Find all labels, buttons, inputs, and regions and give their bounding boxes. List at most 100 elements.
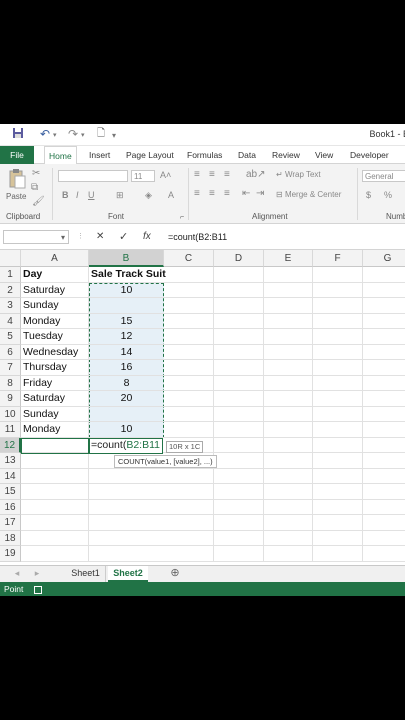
cell-f2[interactable]: [313, 282, 363, 298]
cell-g6[interactable]: [363, 345, 405, 360]
cell-d11[interactable]: [214, 422, 264, 438]
cell-f5[interactable]: [313, 329, 363, 345]
row-header-16[interactable]: 16: [0, 499, 21, 515]
tab-review[interactable]: Review: [268, 146, 304, 164]
cell-c19[interactable]: [164, 546, 214, 562]
cell-g18[interactable]: [363, 531, 405, 546]
borders-icon[interactable]: ⊞: [116, 190, 124, 201]
cell-g16[interactable]: [363, 500, 405, 515]
row-header-4[interactable]: 4: [0, 313, 21, 329]
cell-f16[interactable]: [313, 499, 363, 515]
formula-input[interactable]: =count(B2:B11: [168, 232, 227, 242]
bottom-align-icon[interactable]: ≡: [224, 169, 230, 180]
cell-g13[interactable]: [363, 453, 405, 469]
cell-a7[interactable]: Thursday: [21, 360, 89, 376]
cell-a1[interactable]: Day: [21, 267, 89, 283]
underline-icon[interactable]: U: [88, 190, 95, 200]
row-header-13[interactable]: 13: [0, 453, 21, 469]
middle-align-icon[interactable]: ≡: [209, 169, 215, 180]
cell-g14[interactable]: [363, 469, 405, 484]
row-header-6[interactable]: 6: [0, 344, 21, 360]
row-header-9[interactable]: 9: [0, 391, 21, 407]
cell-c18[interactable]: [164, 530, 214, 546]
currency-icon[interactable]: $: [366, 190, 371, 200]
column-header-d[interactable]: D: [214, 250, 264, 267]
cell-e2[interactable]: [264, 282, 313, 298]
tab-page-layout[interactable]: Page Layout: [122, 146, 178, 164]
cell-d3[interactable]: [214, 298, 264, 314]
cell-c7[interactable]: [164, 360, 214, 376]
cell-d6[interactable]: [214, 344, 264, 360]
cell-c3[interactable]: [164, 298, 214, 314]
column-header-g[interactable]: G: [363, 250, 405, 267]
sheet-tab-sheet2[interactable]: Sheet2: [108, 566, 148, 582]
cell-f7[interactable]: [313, 360, 363, 376]
cell-f18[interactable]: [313, 530, 363, 546]
column-header-f[interactable]: F: [313, 250, 363, 267]
cell-b2[interactable]: 10: [89, 283, 164, 298]
row-header-15[interactable]: 15: [0, 484, 21, 500]
cell-b10[interactable]: [89, 407, 164, 422]
row-header-3[interactable]: 3: [0, 298, 21, 314]
cell-e1[interactable]: [264, 267, 313, 283]
number-format-box[interactable]: General: [362, 170, 405, 182]
cell-b15[interactable]: [89, 484, 164, 500]
redo-dropdown-icon[interactable]: ▾: [81, 129, 85, 143]
cancel-icon[interactable]: ✕: [96, 230, 104, 244]
cell-d17[interactable]: [214, 515, 264, 531]
row-header-12[interactable]: 12: [0, 437, 21, 453]
align-right-icon[interactable]: ≡: [224, 188, 230, 199]
cell-e18[interactable]: [264, 530, 313, 546]
cell-g9[interactable]: [363, 391, 405, 407]
cell-f1[interactable]: [313, 267, 363, 283]
wrap-text-button[interactable]: ↵ Wrap Text: [276, 170, 321, 179]
cell-d18[interactable]: [214, 530, 264, 546]
row-header-5[interactable]: 5: [0, 329, 21, 345]
undo-icon[interactable]: ↶: [40, 127, 50, 141]
cell-b11[interactable]: 10: [89, 422, 164, 438]
cell-b1[interactable]: Sale Track Suit: [89, 267, 166, 283]
cell-b9[interactable]: 20: [89, 391, 164, 407]
font-name-box[interactable]: [58, 170, 128, 182]
cell-d5[interactable]: [214, 329, 264, 345]
fill-color-icon[interactable]: ◈: [145, 190, 152, 201]
cell-b8[interactable]: 8: [89, 376, 164, 391]
cell-a10[interactable]: Sunday: [21, 406, 89, 422]
percent-icon[interactable]: %: [384, 190, 392, 200]
cell-f15[interactable]: [313, 484, 363, 500]
cell-c10[interactable]: [164, 406, 214, 422]
cell-g3[interactable]: [363, 298, 405, 314]
italic-icon[interactable]: I: [76, 190, 79, 200]
cell-c16[interactable]: [164, 499, 214, 515]
row-header-2[interactable]: 2: [0, 282, 21, 298]
cell-e9[interactable]: [264, 391, 313, 407]
cell-g2[interactable]: [363, 283, 405, 298]
row-header-14[interactable]: 14: [0, 468, 21, 484]
cell-f12[interactable]: [313, 437, 363, 453]
row-header-10[interactable]: 10: [0, 406, 21, 422]
font-dialog-launcher-icon[interactable]: ⌐: [180, 214, 184, 221]
cell-e4[interactable]: [264, 313, 313, 329]
cell-f3[interactable]: [313, 298, 363, 314]
insert-function-icon[interactable]: fx: [143, 230, 151, 244]
grow-font-icon[interactable]: A˄: [160, 170, 171, 180]
cell-c15[interactable]: [164, 484, 214, 500]
row-header-19[interactable]: 19: [0, 546, 21, 562]
decrease-indent-icon[interactable]: ⇤: [242, 188, 250, 199]
cell-d16[interactable]: [214, 499, 264, 515]
font-size-box[interactable]: 11: [131, 170, 155, 182]
cell-a11[interactable]: Monday: [21, 422, 89, 438]
tab-formulas[interactable]: Formulas: [183, 146, 226, 164]
cell-c6[interactable]: [164, 344, 214, 360]
cell-a13[interactable]: [21, 453, 89, 469]
cell-f19[interactable]: [313, 546, 363, 562]
sheet-tab-sheet1[interactable]: Sheet1: [66, 566, 106, 582]
cell-g11[interactable]: [363, 422, 405, 438]
cell-d8[interactable]: [214, 375, 264, 391]
format-painter-icon[interactable]: 🖌: [32, 196, 45, 207]
top-align-icon[interactable]: ≡: [194, 169, 200, 180]
new-sheet-icon[interactable]: ⊕: [168, 566, 182, 582]
paste-button[interactable]: Paste: [6, 192, 26, 201]
cell-e19[interactable]: [264, 546, 313, 562]
cell-c14[interactable]: [164, 468, 214, 484]
